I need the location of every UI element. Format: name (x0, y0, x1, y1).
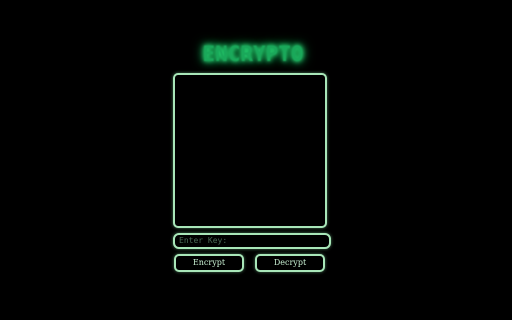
encrypt-button[interactable]: Encrypt (174, 254, 244, 272)
key-input-placeholder: Enter Key: (179, 236, 228, 245)
message-textarea[interactable] (173, 73, 327, 228)
decrypt-button[interactable]: Decrypt (255, 254, 325, 272)
key-input[interactable]: Enter Key: (173, 233, 331, 249)
app-window: ENCRYPTO Enter Key: Encrypt Decrypt (0, 0, 512, 320)
app-title: ENCRYPTO (202, 42, 304, 66)
